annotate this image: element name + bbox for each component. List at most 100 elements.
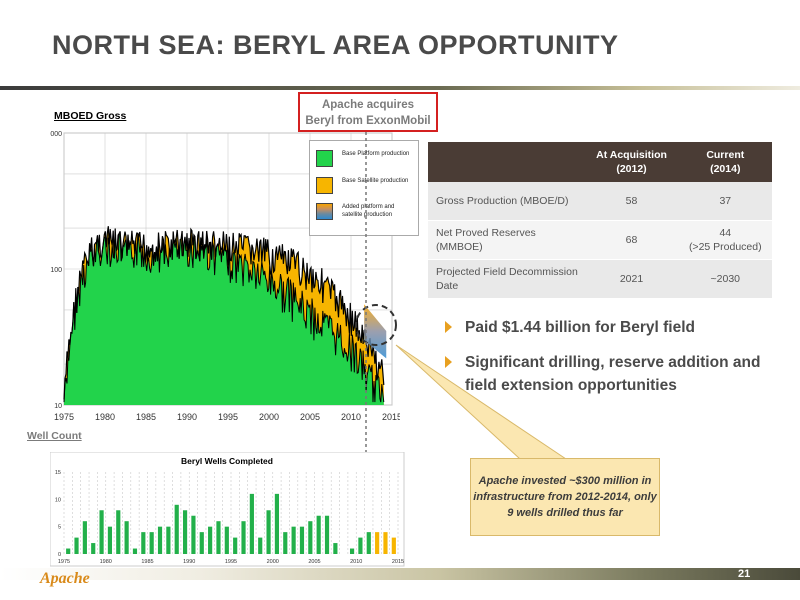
y-tick-label: 10 bbox=[54, 403, 62, 410]
slide-title: NORTH SEA: BERYL AREA OPPORTUNITY bbox=[52, 30, 619, 60]
row-cur-value: 37 bbox=[678, 182, 772, 221]
well-bar bbox=[366, 532, 371, 554]
well-bar bbox=[99, 510, 104, 554]
title-divider bbox=[0, 86, 800, 90]
well-bar bbox=[82, 521, 87, 554]
well-bar bbox=[283, 532, 288, 554]
header-acq-line1: At Acquisition bbox=[596, 149, 667, 161]
x-tick-label: 2000 bbox=[267, 559, 279, 565]
well-bar bbox=[349, 548, 355, 554]
well-bar bbox=[149, 532, 154, 554]
well-bar bbox=[333, 543, 338, 554]
x-tick-label: 2010 bbox=[350, 559, 362, 565]
page-number: 21 bbox=[738, 568, 751, 580]
well-bar bbox=[208, 526, 213, 554]
well-bar bbox=[166, 526, 171, 554]
table-header-current: Current (2014) bbox=[678, 142, 772, 182]
y-tick-label: 15 bbox=[55, 470, 61, 476]
x-tick-label: 1980 bbox=[95, 412, 115, 422]
bullet-text: Paid $1.44 billion for Beryl field bbox=[465, 319, 695, 336]
x-tick-label: 1975 bbox=[58, 559, 70, 565]
well-bar bbox=[157, 526, 163, 554]
x-tick-label: 2015 bbox=[382, 412, 400, 422]
table-row: Projected Field Decommission Date 2021 ~… bbox=[428, 259, 772, 299]
investment-callout: Apache invested ~$300 million in infrast… bbox=[470, 458, 660, 536]
y-tick-label: 10 bbox=[55, 497, 61, 503]
legend-item-base-platform: Base Platform production bbox=[316, 150, 416, 174]
header-cur-line2: (2014) bbox=[710, 163, 741, 175]
y-tick-label: 5 bbox=[58, 525, 61, 531]
well-bar bbox=[224, 526, 229, 554]
x-tick-label: 1975 bbox=[54, 412, 74, 422]
x-tick-label: 1985 bbox=[141, 559, 153, 565]
well-bar bbox=[216, 521, 221, 554]
x-tick-label: 1985 bbox=[136, 412, 156, 422]
well-bar bbox=[182, 510, 188, 554]
well-bar bbox=[174, 504, 179, 554]
wells-chart-title: Beryl Wells Completed bbox=[181, 456, 273, 466]
table-header-row: At Acquisition (2012) Current (2014) bbox=[428, 142, 772, 182]
x-tick-label: 2005 bbox=[308, 559, 320, 565]
well-bar bbox=[191, 515, 196, 554]
well-bar bbox=[241, 521, 246, 554]
well-bar bbox=[324, 515, 330, 554]
bullet-item: Significant drilling, reserve addition a… bbox=[445, 351, 785, 399]
acquisition-marker: Apache acquires Beryl from ExxonMobil bbox=[298, 92, 438, 132]
bullet-text: Significant drilling, reserve addition a… bbox=[465, 354, 761, 394]
table-header-acquisition: At Acquisition (2012) bbox=[584, 142, 679, 182]
bullet-arrow-icon bbox=[445, 321, 452, 333]
legend-item-added: Added platform and satellite production bbox=[316, 203, 416, 227]
well-bar bbox=[132, 548, 138, 554]
row-cur-value: ~2030 bbox=[678, 259, 772, 299]
well-bar bbox=[291, 526, 296, 554]
legend-label: Base Satellite production bbox=[342, 178, 409, 184]
table-row: Gross Production (MBOE/D) 58 37 bbox=[428, 182, 772, 221]
well-bar bbox=[66, 548, 71, 554]
well-bar bbox=[107, 526, 113, 554]
legend-label: Base Platform production bbox=[342, 151, 410, 157]
x-tick-label: 1995 bbox=[218, 412, 238, 422]
footer-bar bbox=[0, 568, 800, 580]
header-acq-line2: (2012) bbox=[616, 163, 647, 175]
apache-well-bar bbox=[391, 537, 396, 554]
row-cur-value: 44 (>25 Produced) bbox=[678, 220, 772, 260]
bullet-item: Paid $1.44 billion for Beryl field bbox=[445, 316, 785, 340]
legend-swatch bbox=[316, 203, 333, 220]
acquisition-line2: Beryl from ExxonMobil bbox=[305, 115, 431, 127]
x-tick-label: 2010 bbox=[341, 412, 361, 422]
well-bar bbox=[74, 537, 79, 554]
bullet-arrow-icon bbox=[445, 356, 452, 368]
apache-well-bar bbox=[383, 532, 388, 554]
row-acq-value: 68 bbox=[584, 220, 679, 260]
apache-logo: Apache bbox=[40, 570, 90, 587]
well-bar bbox=[308, 521, 313, 554]
legend-swatch bbox=[316, 177, 333, 194]
well-bar bbox=[358, 537, 363, 554]
table-header-blank bbox=[428, 142, 585, 182]
row-acq-value: 2021 bbox=[584, 259, 679, 299]
y-tick-label: 100 bbox=[50, 267, 62, 274]
row-label: Projected Field Decommission Date bbox=[428, 259, 585, 299]
production-chart-ylabel: MBOED Gross bbox=[54, 110, 127, 122]
well-bar bbox=[299, 526, 305, 554]
row-label: Gross Production (MBOE/D) bbox=[428, 182, 585, 221]
table-row: Net Proved Reserves (MMBOE) 68 44 (>25 P… bbox=[428, 220, 772, 260]
well-bar bbox=[258, 537, 263, 554]
row-cur-value-line2: (>25 Produced) bbox=[688, 241, 762, 253]
row-cur-value-line1: 44 bbox=[719, 227, 732, 239]
y-tick-label: 0 bbox=[58, 552, 61, 558]
legend-swatch bbox=[316, 150, 333, 167]
well-bar bbox=[274, 493, 280, 554]
row-acq-value: 58 bbox=[584, 182, 679, 221]
wells-chart: Beryl Wells Completed 15 10 5 01975 1980 1985 1… bbox=[50, 452, 405, 567]
legend-item-base-satellite: Base Satellite production bbox=[316, 177, 416, 201]
production-legend: Base Platform production Base Satellite … bbox=[309, 140, 419, 236]
x-tick-label: 2015 bbox=[392, 559, 404, 565]
x-tick-label: 2000 bbox=[259, 412, 279, 422]
row-label: Net Proved Reserves (MMBOE) bbox=[428, 220, 585, 260]
apache-well-bar bbox=[375, 532, 380, 554]
well-bar bbox=[199, 532, 204, 554]
well-bar bbox=[116, 510, 121, 554]
x-tick-label: 1990 bbox=[177, 412, 197, 422]
x-tick-label: 1980 bbox=[100, 559, 112, 565]
